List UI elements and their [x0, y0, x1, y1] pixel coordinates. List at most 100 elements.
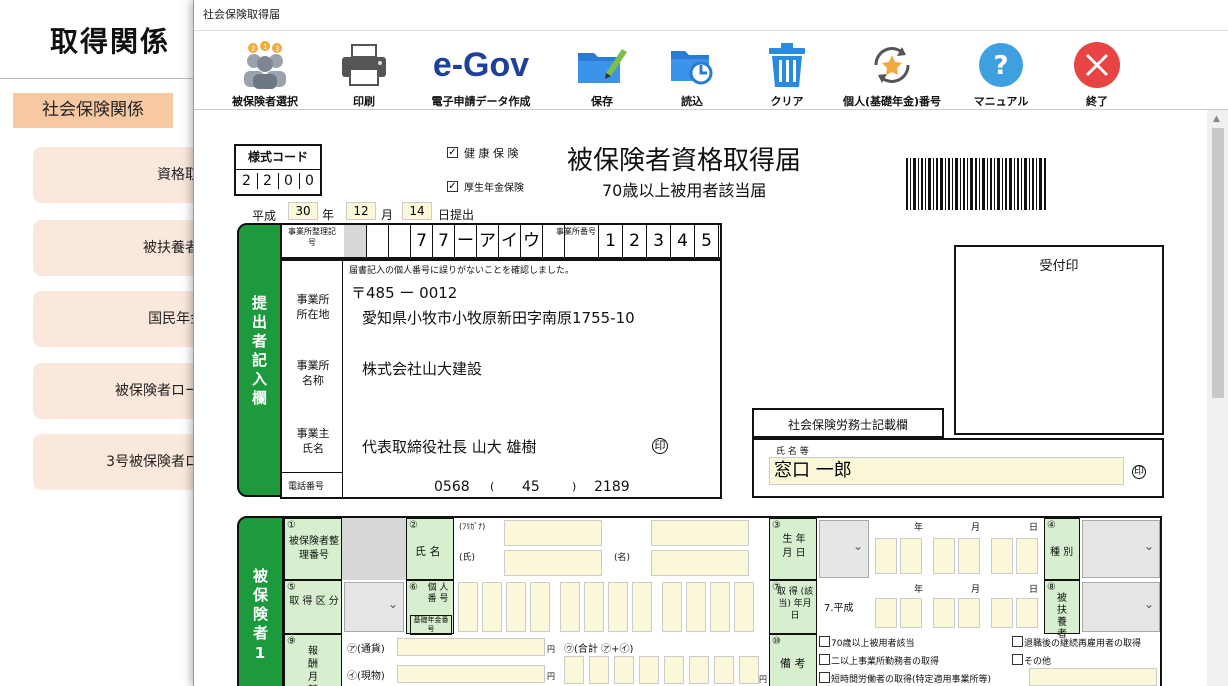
scroll-up-icon[interactable]: ▲ — [1213, 114, 1220, 124]
note-short-time-checkbox[interactable] — [819, 672, 830, 683]
office-code-cell[interactable]: イ — [498, 225, 521, 257]
office-code-cell[interactable]: ー — [454, 225, 477, 257]
insured-number-field[interactable] — [342, 518, 406, 580]
owner-name[interactable]: 代表取締役社長 山大 雄樹 — [362, 436, 537, 457]
phone-number[interactable]: 2189 — [594, 479, 630, 495]
office-code-cell[interactable]: 7 — [432, 225, 455, 257]
note-other-input[interactable] — [1029, 668, 1157, 686]
pay-cash-input[interactable] — [397, 638, 545, 656]
menu-button-acquisition[interactable]: 資格取得 — [33, 147, 213, 203]
office-name[interactable]: 株式会社山大建設 — [362, 358, 482, 379]
sharoushi-label-box: 社会保険労務士記載欄 — [752, 408, 944, 438]
office-number-cell[interactable]: 1 — [598, 225, 623, 257]
star-refresh-icon — [874, 47, 910, 83]
birth-era-select[interactable] — [819, 520, 869, 578]
mynumber-digit[interactable] — [584, 582, 604, 632]
clear-button[interactable]: クリア — [739, 39, 835, 109]
pay-total-digit[interactable] — [564, 656, 584, 684]
office-code-cell[interactable] — [388, 225, 411, 257]
mynumber-digit[interactable] — [632, 582, 652, 632]
page-title: 取得関係 — [50, 25, 171, 58]
office-code-cell[interactable] — [366, 225, 389, 257]
menu-button-no3-roman[interactable]: 3号被保険者ロー — [33, 434, 213, 490]
office-code-cell[interactable]: ア — [476, 225, 499, 257]
load-button[interactable]: 読込 — [644, 39, 740, 109]
personal-number-button[interactable]: 個人(基礎年金)番号 — [827, 39, 957, 109]
mynumber-digit[interactable] — [608, 582, 628, 632]
birth-date-digit[interactable] — [1016, 538, 1038, 574]
select-insured-button[interactable]: 213 被保険者選択 — [217, 39, 313, 109]
mynumber-digit[interactable] — [662, 582, 682, 632]
furigana-sei-input[interactable] — [504, 520, 602, 546]
office-code-cell[interactable]: 7 — [410, 225, 433, 257]
acquisition-date-digit[interactable] — [875, 598, 897, 628]
office-code-cell[interactable]: ウ — [520, 225, 543, 257]
acquisition-date-digit[interactable] — [933, 598, 955, 628]
pay-total-digit[interactable] — [739, 656, 759, 684]
seal-mark: 印 — [652, 438, 668, 454]
exit-button[interactable]: 終了 — [1049, 39, 1145, 109]
mynumber-digit[interactable] — [482, 582, 502, 632]
menu-button-dependent[interactable]: 被扶養者異 — [33, 220, 213, 276]
section-social-insurance[interactable]: 社会保険関係 — [13, 93, 173, 128]
pay-goods-input[interactable] — [397, 665, 545, 683]
birth-date-digit[interactable] — [900, 538, 922, 574]
acquisition-date-digit[interactable] — [1016, 598, 1038, 628]
pay-total-digit[interactable] — [714, 656, 734, 684]
mynumber-digit[interactable] — [734, 582, 754, 632]
pay-total-digit[interactable] — [639, 656, 659, 684]
sharoushi-name-input[interactable]: 窓口 一郎 — [769, 457, 1124, 485]
menu-button-roman[interactable]: 被保険者ローマ — [33, 363, 213, 419]
pay-total-digit[interactable] — [614, 656, 634, 684]
pay-total-digit[interactable] — [589, 656, 609, 684]
note-over70-checkbox[interactable] — [819, 636, 830, 647]
note-multi-office-checkbox[interactable] — [819, 654, 830, 665]
health-insurance-checkbox[interactable]: ✓ — [447, 147, 458, 158]
day-input[interactable]: 14 — [402, 202, 432, 220]
mynumber-digit[interactable] — [710, 582, 730, 632]
menu-button-pension3[interactable]: 国民年金3 — [33, 291, 213, 347]
sharoushi-seal-mark: 印 — [1132, 465, 1146, 479]
birth-date-digit[interactable] — [875, 538, 897, 574]
mynumber-digit[interactable] — [530, 582, 550, 632]
pay-total-digit[interactable] — [689, 656, 709, 684]
acquisition-date-digit[interactable] — [958, 598, 980, 628]
office-address[interactable]: 愛知県小牧市小牧原新田字南原1755-10 — [362, 307, 635, 328]
note-other-checkbox[interactable] — [1012, 654, 1023, 665]
phone-area[interactable]: 0568 — [434, 479, 470, 495]
acquisition-date-digit[interactable] — [991, 598, 1013, 628]
surname-input[interactable] — [504, 550, 602, 576]
scroll-thumb[interactable] — [1212, 128, 1224, 398]
vertical-scrollbar[interactable]: ▲ — [1207, 110, 1228, 686]
pension-insurance-checkbox[interactable]: ✓ — [447, 181, 458, 192]
help-icon: ? — [979, 43, 1023, 87]
acquisition-date-digit[interactable] — [900, 598, 922, 628]
postal-code[interactable]: 〒485 ー 0012 — [351, 282, 457, 303]
phone-local[interactable]: 45 — [522, 479, 540, 495]
egov-button[interactable]: e-Gov 電子申請データ作成 — [416, 39, 546, 109]
mynumber-digit[interactable] — [686, 582, 706, 632]
month-input[interactable]: 12 — [346, 202, 376, 220]
office-number-cell[interactable]: 5 — [694, 225, 719, 257]
acquisition-type-select[interactable] — [344, 582, 404, 632]
office-number-cell[interactable]: 2 — [622, 225, 647, 257]
type-select[interactable] — [1082, 520, 1160, 578]
dependent-select[interactable] — [1082, 582, 1160, 632]
given-name-input[interactable] — [651, 550, 749, 576]
birth-date-digit[interactable] — [958, 538, 980, 574]
birth-date-digit[interactable] — [933, 538, 955, 574]
office-number-cell[interactable]: 4 — [670, 225, 695, 257]
print-button[interactable]: 印刷 — [316, 39, 412, 109]
mynumber-digit[interactable] — [506, 582, 526, 632]
year-input[interactable]: 30 — [288, 202, 318, 220]
mynumber-digit[interactable] — [560, 582, 580, 632]
egov-icon: e-Gov — [432, 45, 530, 84]
pay-total-digit[interactable] — [664, 656, 684, 684]
mynumber-digit[interactable] — [458, 582, 478, 632]
birth-date-digit[interactable] — [991, 538, 1013, 574]
manual-button[interactable]: ? マニュアル — [953, 39, 1049, 109]
save-button[interactable]: 保存 — [554, 39, 650, 109]
office-number-cell[interactable]: 3 — [646, 225, 671, 257]
note-rehire-checkbox[interactable] — [1012, 636, 1023, 647]
furigana-mei-input[interactable] — [651, 520, 749, 546]
